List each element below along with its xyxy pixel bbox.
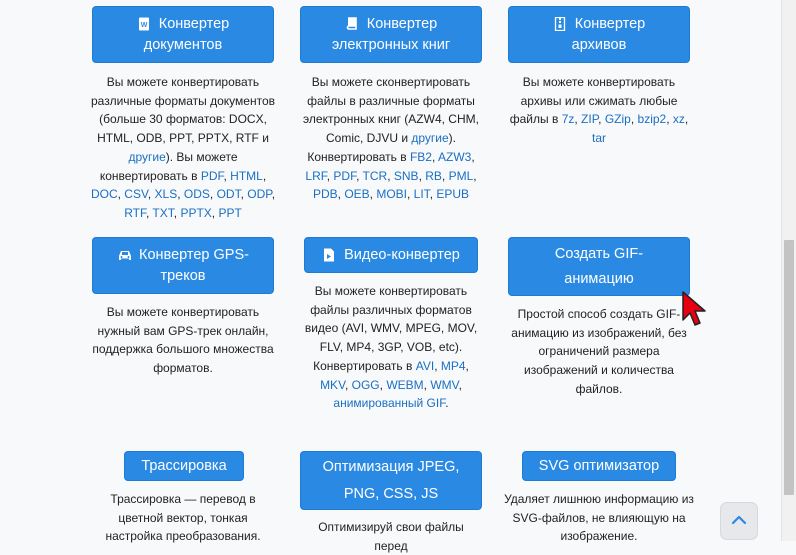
svg-text:W: W — [140, 22, 147, 29]
ebook-link[interactable]: OEB — [344, 187, 369, 201]
jpeg-description: Оптимизируй свои файлы перед — [318, 520, 464, 553]
documents-other-link[interactable]: другие — [128, 150, 165, 164]
archives-description: Вы можете конвертировать архивы или сжим… — [509, 75, 689, 146]
doc-link[interactable]: ODP — [247, 187, 271, 201]
doc-link[interactable]: XLS — [155, 187, 178, 201]
doc-link[interactable]: PPTX — [180, 206, 211, 220]
ebooks-converter-button[interactable]: Конвертер электронных книг — [300, 6, 482, 63]
gif-description: Простой способ создать GIF-анимацию из и… — [511, 307, 687, 396]
ebook-link[interactable]: LRF — [305, 169, 326, 183]
ebook-link[interactable]: MOBI — [376, 187, 407, 201]
archive-link[interactable]: ZIP — [581, 112, 598, 126]
ebook-link[interactable]: FB2 — [410, 150, 432, 164]
doc-link[interactable]: TXT — [152, 206, 173, 220]
archive-link[interactable]: tar — [592, 131, 606, 145]
ebook-link[interactable]: PDB — [313, 187, 338, 201]
archive-link[interactable]: 7z — [562, 112, 575, 126]
trace-button[interactable]: Трассировка — [124, 451, 244, 481]
word-document-icon: W — [137, 17, 151, 31]
ebook-link[interactable]: AZW3 — [438, 150, 471, 164]
archive-link[interactable]: bzip2 — [638, 112, 667, 126]
gps-converter-button[interactable]: Конвертер GPS- треков — [92, 237, 274, 294]
doc-link[interactable]: DOC — [91, 187, 118, 201]
jpeg-optimization-button[interactable]: Оптимизация JPEG, PNG, CSS, JS — [300, 451, 482, 510]
ebook-link[interactable]: TCR — [363, 169, 388, 183]
video-link[interactable]: анимированный GIF — [333, 396, 445, 410]
doc-link[interactable]: HTML — [230, 169, 263, 183]
video-description: Вы можете конвертировать файлы различных… — [304, 284, 478, 411]
video-link[interactable]: MP4 — [441, 359, 466, 373]
svg-optimizer-button[interactable]: SVG оптимизатор — [522, 451, 676, 481]
ebook-link[interactable]: RB — [425, 169, 442, 183]
ebook-link[interactable]: PDF — [333, 169, 356, 183]
doc-link[interactable]: PPT — [218, 206, 241, 220]
ebook-link[interactable]: PML — [449, 169, 474, 183]
ebooks-other-link[interactable]: другие — [411, 131, 448, 145]
gps-description: Вы можете конвертировать нужный вам GPS-… — [92, 305, 274, 376]
ebook-link[interactable]: EPUB — [436, 187, 469, 201]
doc-link[interactable]: CSV — [124, 187, 148, 201]
archive-link[interactable]: GZip — [605, 112, 631, 126]
svg-description: Удаляет лишнюю информацию из SVG-файлов,… — [504, 492, 694, 544]
chevron-up-icon — [731, 512, 747, 530]
doc-link[interactable]: RTF — [124, 206, 146, 220]
trace-description: Трассировка — перевод в цветной вектор, … — [105, 492, 261, 544]
ebook-link[interactable]: LIT — [414, 187, 430, 201]
archive-icon — [553, 16, 567, 31]
video-link[interactable]: WMV — [430, 378, 458, 392]
video-link[interactable]: MKV — [320, 378, 345, 392]
documents-description: Вы можете конвертировать различные форма… — [90, 75, 276, 220]
documents-converter-button[interactable]: W Конвертер документов — [92, 6, 274, 63]
doc-link[interactable]: ODS — [184, 187, 210, 201]
video-link[interactable]: OGG — [352, 378, 380, 392]
video-converter-button[interactable]: Видео-конвертер — [304, 237, 478, 273]
car-icon — [117, 248, 132, 262]
book-icon — [345, 16, 359, 31]
doc-link[interactable]: ODT — [217, 187, 241, 201]
scrollbar-thumb[interactable] — [784, 240, 794, 495]
archive-link[interactable]: xz — [673, 112, 685, 126]
page-scrollbar[interactable] — [781, 0, 796, 541]
scroll-to-top-button[interactable] — [720, 502, 758, 540]
mouse-cursor-icon — [681, 290, 707, 333]
ebooks-description: Вы можете сконвертировать файлы в различ… — [303, 75, 479, 202]
gif-animation-button[interactable]: Создать GIF- анимацию — [508, 237, 690, 296]
doc-link[interactable]: PDF — [201, 169, 224, 183]
video-link[interactable]: AVI — [416, 359, 434, 373]
video-link[interactable]: WEBM — [386, 378, 423, 392]
ebook-link[interactable]: SNB — [394, 169, 419, 183]
archives-converter-button[interactable]: Конвертер архивов — [508, 6, 690, 63]
video-file-icon — [322, 248, 336, 262]
